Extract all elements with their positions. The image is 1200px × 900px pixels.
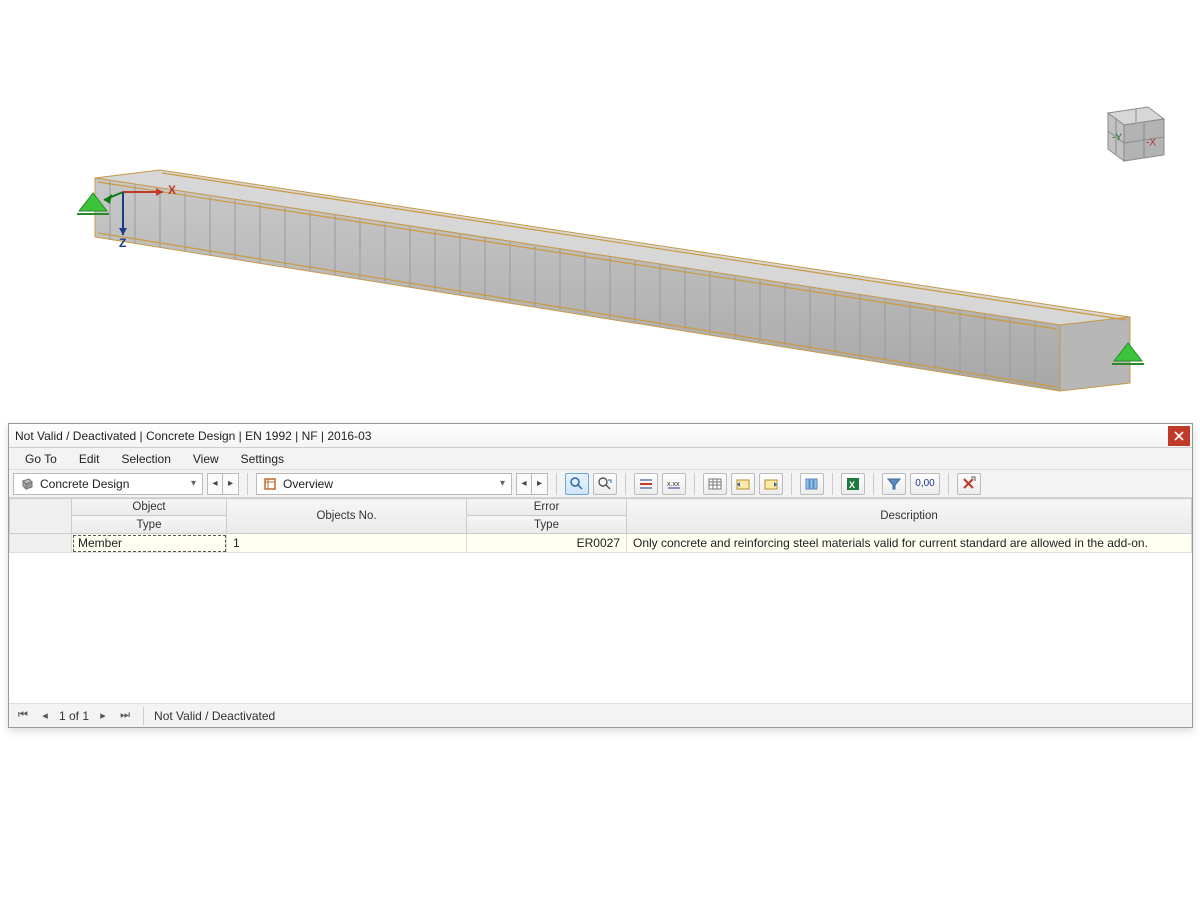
results-table[interactable]: Object Objects No. Error Description Typ…	[9, 498, 1192, 703]
menu-view[interactable]: View	[183, 450, 229, 468]
svg-text:X: X	[849, 480, 855, 490]
next-design-button[interactable]: ▸	[223, 473, 239, 495]
col-objects-no[interactable]: Objects No.	[227, 499, 467, 534]
chevron-down-icon: ▾	[189, 478, 198, 489]
next-page-button[interactable]: ▸	[95, 708, 111, 724]
menu-goto[interactable]: Go To	[15, 450, 67, 468]
prev-design-button[interactable]: ◂	[207, 473, 223, 495]
table-last-button[interactable]	[759, 473, 783, 495]
col-object-type-bottom[interactable]: Type	[72, 516, 227, 534]
3d-viewport[interactable]: X Z -Y -X	[0, 0, 1200, 413]
overview-label: Overview	[283, 477, 333, 491]
xxx-icon: x.xx	[666, 476, 682, 492]
col-object-type-top[interactable]: Object	[72, 499, 227, 516]
results-panel: Not Valid / Deactivated | Concrete Desig…	[8, 423, 1193, 728]
export-excel-button[interactable]: X	[841, 473, 865, 495]
beam-render	[0, 0, 1200, 413]
overview-icon	[263, 477, 277, 491]
magnifier-arrow-icon	[597, 476, 613, 492]
close-icon	[1174, 431, 1184, 441]
status-bar: ⏮ ◂ 1 of 1 ▸ ⏭ Not Valid / Deactivated	[9, 703, 1192, 727]
columns-icon	[804, 476, 820, 492]
navcube-right-label: -X	[1146, 138, 1156, 149]
diagram-icon	[638, 476, 654, 492]
cell-objects-no[interactable]: 1	[227, 534, 467, 553]
zoom-fit-button[interactable]	[593, 473, 617, 495]
table-first-button[interactable]	[731, 473, 755, 495]
col-error-type-top[interactable]: Error	[467, 499, 627, 516]
decimal-label: 0,00	[915, 478, 934, 489]
design-type-dropdown[interactable]: Concrete Design ▾	[13, 473, 203, 495]
menu-settings[interactable]: Settings	[231, 450, 294, 468]
design-type-label: Concrete Design	[40, 477, 129, 491]
cell-error-type[interactable]: ER0027	[467, 534, 627, 553]
cell-description[interactable]: Only concrete and reinforcing steel mate…	[627, 534, 1192, 553]
funnel-icon	[886, 476, 902, 492]
col-error-type-bottom[interactable]: Type	[467, 516, 627, 534]
navcube-front-label: -Y	[1112, 133, 1122, 144]
cell-object-type[interactable]: Member	[72, 534, 227, 553]
zoom-selection-button[interactable]	[565, 473, 589, 495]
filter-button[interactable]	[882, 473, 906, 495]
magnifier-icon	[569, 476, 585, 492]
clear-icon	[961, 476, 977, 492]
excel-icon: X	[845, 476, 861, 492]
toolbar: Concrete Design ▾ ◂ ▸ Overview ▾ ◂ ▸	[9, 470, 1192, 498]
panel-titlebar: Not Valid / Deactivated | Concrete Desig…	[9, 424, 1192, 448]
axis-z-label: Z	[119, 236, 126, 250]
decimal-button[interactable]: 0,00	[910, 473, 940, 495]
col-description[interactable]: Description	[627, 499, 1192, 534]
status-tab-label: Not Valid / Deactivated	[154, 709, 275, 723]
svg-text:x.xx: x.xx	[667, 481, 680, 488]
close-button[interactable]	[1168, 426, 1190, 446]
menu-edit[interactable]: Edit	[69, 450, 110, 468]
menu-selection[interactable]: Selection	[112, 450, 181, 468]
prev-overview-button[interactable]: ◂	[516, 473, 532, 495]
navigation-cube[interactable]: -Y -X	[1090, 95, 1170, 170]
prev-page-button[interactable]: ◂	[37, 708, 53, 724]
result-values-button[interactable]: x.xx	[662, 473, 686, 495]
table-row[interactable]: Member 1 ER0027 Only concrete and reinfo…	[10, 534, 1192, 553]
clear-results-button[interactable]	[957, 473, 981, 495]
menu-bar: Go To Edit Selection View Settings	[9, 448, 1192, 470]
axis-x-label: X	[168, 183, 176, 197]
last-page-button[interactable]: ⏭	[117, 708, 133, 724]
cube-icon	[20, 477, 34, 491]
row-number-cell	[10, 534, 72, 553]
table-begin-icon	[735, 476, 751, 492]
table1-button[interactable]	[703, 473, 727, 495]
overview-dropdown[interactable]: Overview ▾	[256, 473, 512, 495]
result-diagram-button[interactable]	[634, 473, 658, 495]
table-end-icon	[763, 476, 779, 492]
next-overview-button[interactable]: ▸	[532, 473, 548, 495]
chevron-down-icon: ▾	[498, 478, 507, 489]
table-icon	[707, 476, 723, 492]
row-header-blank	[10, 499, 72, 534]
first-page-button[interactable]: ⏮	[15, 708, 31, 724]
panel-title-text: Not Valid / Deactivated | Concrete Desig…	[15, 429, 371, 443]
columns-button[interactable]	[800, 473, 824, 495]
pager-text: 1 of 1	[59, 709, 89, 723]
